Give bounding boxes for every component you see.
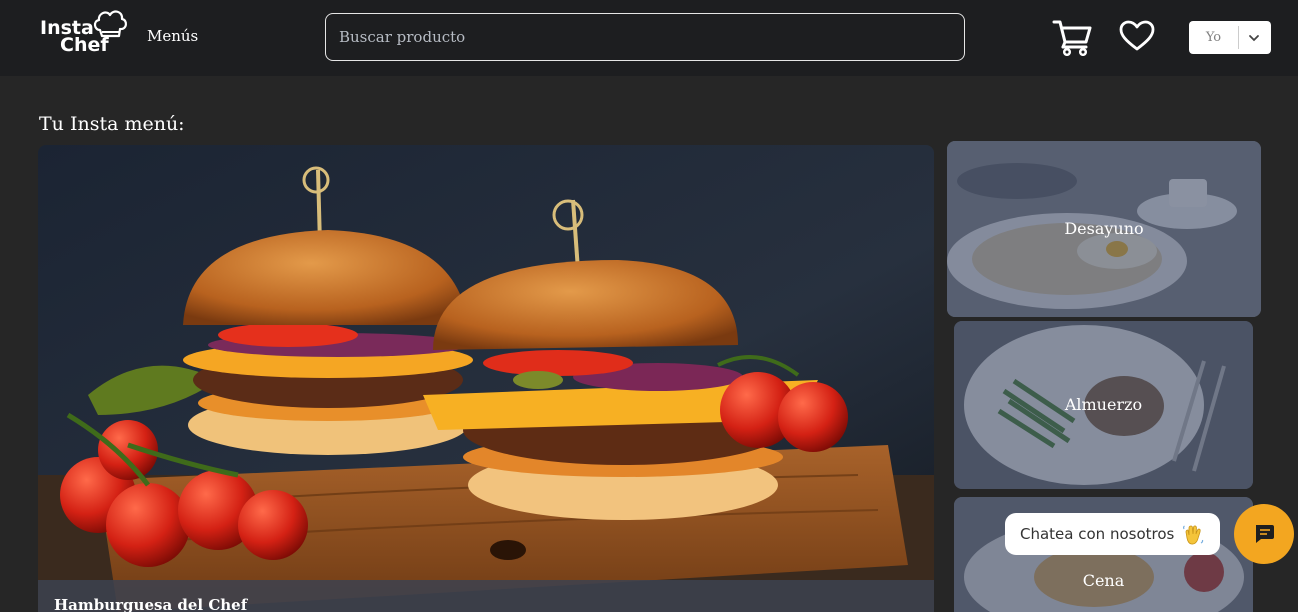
category-card-desayuno[interactable]: Desayuno — [947, 141, 1261, 317]
user-select-value: Yo — [1205, 30, 1222, 45]
category-card-almuerzo[interactable]: Almuerzo — [954, 321, 1253, 489]
search-input[interactable] — [325, 13, 965, 61]
nav-menus-link[interactable]: Menús — [147, 27, 198, 45]
navbar: Insta Chef Menús Yo — [0, 0, 1298, 76]
chat-icon — [1256, 525, 1274, 543]
hero-burger-image — [38, 145, 934, 612]
chef-hat-icon — [93, 10, 127, 38]
logo[interactable]: Insta Chef — [40, 8, 130, 60]
category-label-desayuno: Desayuno — [1064, 219, 1144, 238]
category-label-almuerzo: Almuerzo — [1064, 395, 1143, 414]
category-label-cena: Cena — [1082, 571, 1125, 590]
waving-hand-icon — [1183, 525, 1204, 545]
heart-icon[interactable] — [1119, 20, 1155, 52]
hero-card[interactable]: Hamburguesa del Chef — [38, 145, 934, 612]
chevron-down-icon — [1249, 35, 1259, 42]
chat-bubble[interactable]: Chatea con nosotros — [1005, 513, 1220, 555]
section-title: Tu Insta menú: — [39, 113, 185, 135]
user-select[interactable]: Yo — [1189, 21, 1271, 54]
chat-button[interactable] — [1234, 504, 1294, 564]
cart-icon[interactable] — [1052, 18, 1092, 56]
chat-bubble-text: Chatea con nosotros — [1020, 525, 1175, 543]
user-select-separator — [1238, 26, 1239, 49]
hero-caption: Hamburguesa del Chef — [38, 580, 934, 612]
hero-title: Hamburguesa del Chef — [54, 596, 248, 612]
